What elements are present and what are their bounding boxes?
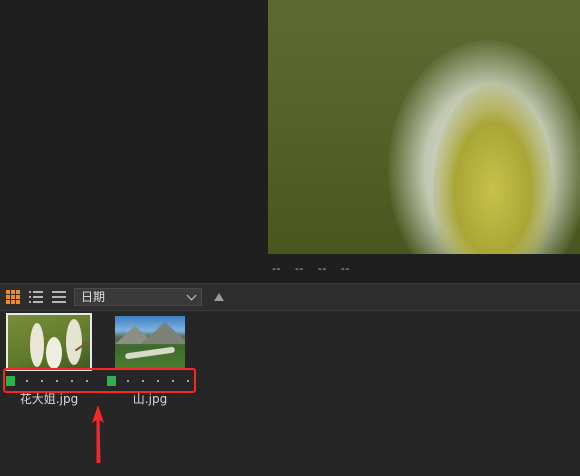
- meta-field: --: [272, 262, 281, 275]
- meta-field: --: [317, 262, 327, 275]
- preview-area: -- -- -- --: [0, 0, 580, 283]
- thumbnail-image[interactable]: [8, 315, 90, 369]
- preview-metadata: -- -- -- --: [272, 262, 350, 275]
- browser-toolbar: 日期: [0, 283, 580, 311]
- annotation-highlight-box: [3, 368, 196, 393]
- details-view-icon[interactable]: [52, 290, 66, 304]
- annotation-arrow-icon: [92, 405, 104, 463]
- list-view-icon[interactable]: [29, 290, 43, 304]
- thumbnail-image[interactable]: [115, 316, 185, 368]
- thumbnail-grid-icon[interactable]: [6, 290, 20, 304]
- chevron-down-icon: [186, 290, 197, 301]
- meta-field: --: [340, 262, 350, 275]
- sort-by-select[interactable]: 日期: [74, 288, 202, 306]
- sort-ascending-icon[interactable]: [214, 293, 224, 301]
- sort-by-value: 日期: [81, 290, 106, 304]
- meta-field: --: [294, 262, 304, 275]
- image-preview[interactable]: [268, 0, 580, 254]
